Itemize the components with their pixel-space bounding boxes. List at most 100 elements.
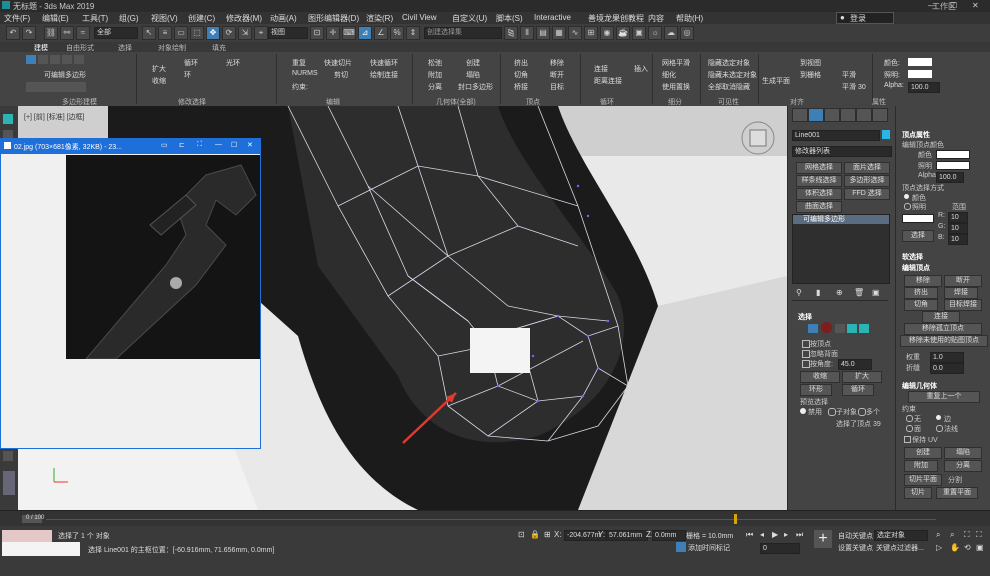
weld-button[interactable]: 焊接 [944, 287, 978, 299]
menu-edit[interactable]: 编辑(E) [42, 13, 69, 24]
illumination-swatch[interactable] [936, 161, 970, 170]
configure-modifier-icon[interactable]: ▣ [872, 288, 880, 297]
constraint-edge-radio[interactable] [936, 415, 941, 420]
render-cloud-icon[interactable]: ☁ [664, 26, 678, 40]
use-displacement-button[interactable]: 使用置换 [662, 82, 690, 92]
attach-button[interactable]: 附加 [904, 460, 938, 472]
collapse-button[interactable]: 塌陷 [466, 70, 480, 80]
spinner-snap-icon[interactable]: ⇕ [406, 26, 420, 40]
select-button[interactable]: 选择 [902, 230, 934, 242]
add-time-tag-label[interactable]: 添加时间标记 [688, 543, 730, 553]
menu-help[interactable]: 帮助(H) [676, 13, 703, 24]
to-grid-button[interactable]: 到栅格 [800, 70, 821, 80]
hide-unselected-button[interactable]: 隐藏未选定对象 [708, 70, 757, 80]
menu-civil-view[interactable]: Civil View [402, 13, 437, 22]
preview-disabled-radio[interactable] [800, 408, 806, 414]
smooth-button[interactable]: 平滑 [842, 70, 856, 80]
unlink-icon[interactable]: ⚯ [60, 26, 74, 40]
show-end-result-icon[interactable]: ▮ [816, 288, 820, 297]
create-button[interactable]: 创建 [466, 58, 480, 68]
a360-icon[interactable]: ◎ [680, 26, 694, 40]
isolate-icon[interactable]: ⊡ [518, 530, 525, 539]
relax-button[interactable]: 松弛 [428, 58, 442, 68]
to-view-button[interactable]: 到视图 [800, 58, 821, 68]
r-field[interactable]: 10 [948, 212, 968, 223]
spline-select-button[interactable]: 样条线选择 [796, 175, 842, 187]
collapse-button[interactable]: 塌陷 [944, 447, 982, 459]
menu-group[interactable]: 组(G) [119, 13, 139, 24]
detach-button[interactable]: 分离 [428, 82, 442, 92]
shrink-button[interactable]: 收缩 [800, 371, 840, 383]
selection-filter-dropdown[interactable]: 全部 [94, 27, 138, 39]
surf-select-button[interactable]: 曲面选择 [796, 201, 842, 213]
make-unique-icon[interactable]: ⊕ [836, 288, 843, 297]
pan-icon[interactable]: ✋ [950, 543, 960, 552]
element-select-icon[interactable] [859, 324, 869, 333]
lock-selection-icon[interactable]: 🔒 [530, 530, 540, 539]
edge-select-icon[interactable] [821, 322, 832, 333]
fov-icon[interactable]: ▷ [936, 543, 942, 552]
window-crossing-icon[interactable]: ⬚ [190, 26, 204, 40]
remove-button[interactable]: 移除 [904, 275, 942, 287]
ring-button[interactable]: 环形 [800, 384, 832, 396]
vertex-color-swatch[interactable] [908, 58, 932, 66]
add-time-tag-icon[interactable] [676, 542, 686, 552]
menu-tools[interactable]: 工具(T) [82, 13, 108, 24]
image-viewer-window[interactable]: 02.jpg (703×681像素, 32KB) - 23... ▭ ⊏ ⛶ —… [0, 138, 261, 449]
edge-mode-icon[interactable] [38, 55, 48, 64]
zoom-extents-icon[interactable]: ⛶ [964, 530, 970, 540]
viewport-layout-icon[interactable] [3, 471, 15, 495]
slice-plane-button[interactable]: 切片平面 [904, 474, 942, 486]
b-field[interactable]: 10 [948, 234, 968, 245]
break-button[interactable]: 断开 [550, 70, 564, 80]
halo-button[interactable]: 光环 [226, 58, 240, 68]
illumination-swatch[interactable] [908, 70, 932, 78]
loop-button[interactable]: 循环 [842, 384, 874, 396]
maxscript-input[interactable] [2, 542, 80, 556]
illumination-radio[interactable] [904, 203, 911, 210]
repeat-last-button[interactable]: 重复上一个 [908, 391, 980, 403]
pin-icon[interactable]: ▭ [161, 141, 168, 149]
mesh-select-button[interactable]: 网格选择 [796, 162, 842, 174]
alpha-field[interactable]: 100.0 [936, 172, 964, 183]
hide-selected-button[interactable]: 隐藏选定对象 [708, 58, 750, 68]
redo-icon[interactable]: ↷ [22, 26, 36, 40]
zoom-extents-all-icon[interactable]: ⛶ [976, 530, 982, 540]
orbit-icon[interactable]: ⟲ [964, 543, 971, 552]
zoom-all-icon[interactable]: ⌕ [950, 530, 954, 540]
timeline[interactable]: 0 / 100 [0, 510, 990, 527]
modifier-list-dropdown[interactable]: 修改器列表 [792, 146, 892, 157]
preview-subobject-radio[interactable] [828, 408, 836, 416]
crease-field[interactable]: 0.0 [930, 363, 964, 374]
pin-stack-icon[interactable]: ⚲ [796, 288, 802, 297]
motion-tab-icon[interactable] [840, 108, 856, 122]
chamfer-button[interactable]: 切角 [514, 70, 528, 80]
go-to-start-icon[interactable]: ⏮ [746, 530, 753, 540]
by-angle-checkbox[interactable] [802, 360, 810, 368]
attach-button[interactable]: 附加 [428, 70, 442, 80]
restore-icon[interactable]: ⊏ [179, 141, 185, 149]
pivot-center-icon[interactable]: ⊡ [310, 26, 324, 40]
link-icon[interactable]: ⛓ [44, 26, 58, 40]
menu-customize[interactable]: 自定义(U) [452, 13, 487, 24]
insert-button[interactable]: 插入 [634, 64, 648, 74]
bridge-button[interactable]: 桥接 [514, 82, 528, 92]
patch-select-button[interactable]: 面片选择 [844, 162, 890, 174]
color-radio[interactable] [904, 194, 909, 199]
ffd-select-button[interactable]: FFD 选择 [844, 188, 890, 200]
remove-unused-map-button[interactable]: 移除未使用的贴图顶点 [900, 335, 988, 347]
stack-item-editable-poly[interactable]: 可编辑多边形 [793, 215, 889, 224]
place-icon[interactable]: ⌖ [254, 26, 268, 40]
material-editor-icon[interactable]: ◉ [600, 26, 614, 40]
vertex-select-icon[interactable] [808, 324, 818, 333]
remove-isolated-button[interactable]: 移除孤立顶点 [904, 323, 982, 335]
grow-button[interactable]: 扩大 [842, 371, 882, 383]
menu-tutorial[interactable]: 善境龙果创教程 [588, 13, 644, 24]
ignore-backface-checkbox[interactable] [802, 350, 810, 358]
angle-field[interactable]: 45.0 [838, 359, 872, 370]
hierarchy-tab-icon[interactable] [824, 108, 840, 122]
select-manipulate-icon[interactable]: ✛ [326, 26, 340, 40]
weight-field[interactable]: 1.0 [930, 352, 964, 363]
remove-button[interactable]: 移除 [550, 58, 564, 68]
maximize-button[interactable]: ☐ [950, 1, 957, 10]
